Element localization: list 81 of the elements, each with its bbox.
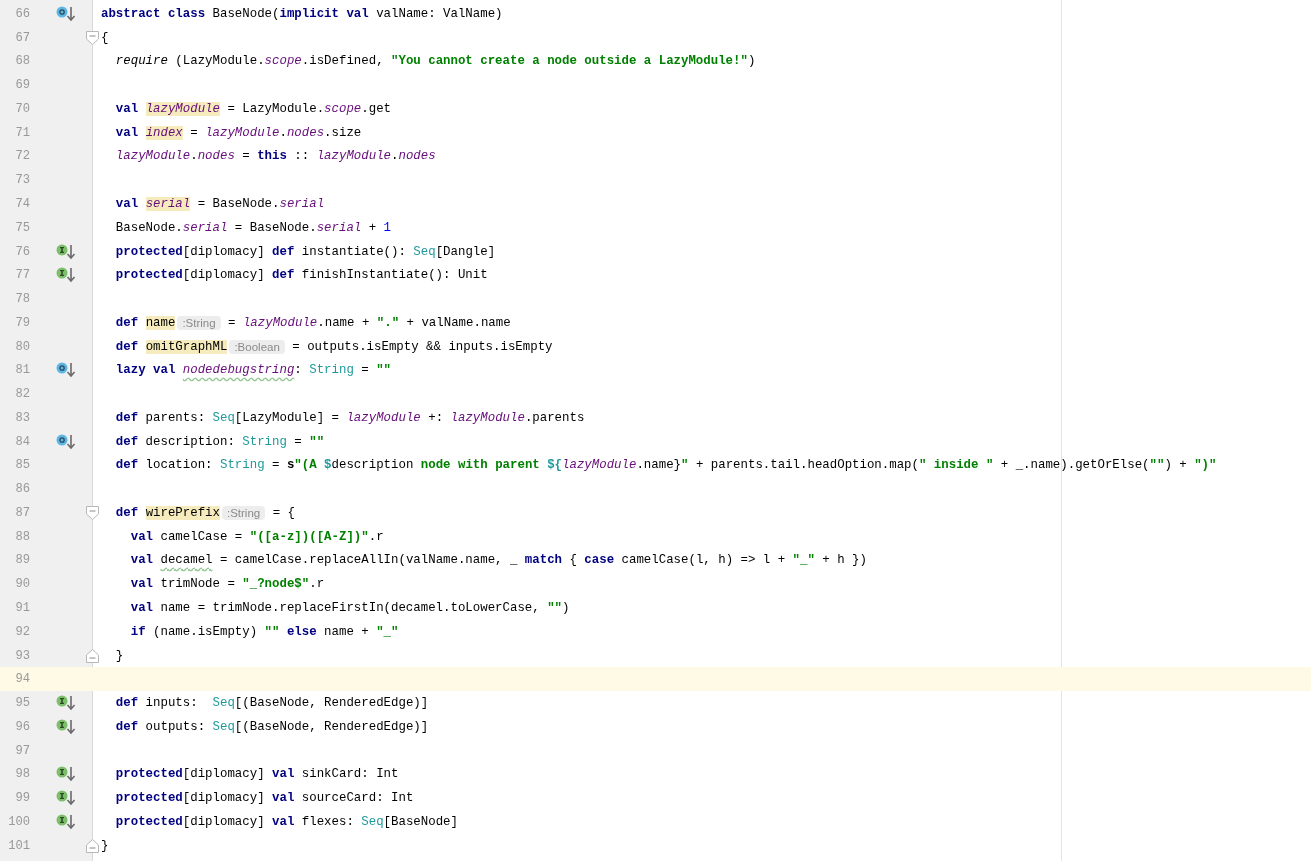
line-number: 67: [14, 30, 30, 45]
line-number: 85: [14, 458, 30, 473]
implemented-method-icon[interactable]: [56, 695, 76, 712]
line-number: 78: [14, 292, 30, 307]
line-number: 82: [14, 387, 30, 402]
implemented-method-icon[interactable]: [56, 813, 76, 830]
line-number: 101: [7, 838, 30, 853]
line-number: 84: [14, 434, 30, 449]
type-hint: :Boolean: [229, 339, 285, 354]
line-number: 68: [14, 54, 30, 69]
line-number: 89: [14, 553, 30, 568]
code-text: BaseNode.serial = BaseNode.serial + 1: [114, 220, 392, 235]
line-number: 97: [14, 743, 30, 758]
code-text: val index = lazyModule.nodes.size: [114, 125, 362, 140]
code-text: def outputs: Seq[(BaseNode, RenderedEdge)]: [114, 719, 429, 734]
code-text: require (LazyModule.scope.isDefined, "You cannot create a node outside a LazyModule!"): [114, 54, 756, 69]
code-text: def inputs: Seq[(BaseNode, RenderedEdge)]: [114, 696, 429, 711]
line-number: 96: [14, 719, 30, 734]
code-text: = lazyModule.name + "." + valName.name: [227, 315, 511, 330]
code-text: val lazyModule = LazyModule.scope.get: [114, 101, 392, 116]
line-number: 79: [14, 315, 30, 330]
code-text: def name: [114, 315, 176, 330]
implemented-method-icon[interactable]: [56, 718, 76, 735]
code-text: val name = trimNode.replaceFirstIn(decamel.toLowerCase, ""): [129, 601, 570, 615]
code-text: val decamel = camelCase.replaceAllIn(valName.name, _ match { case camelCase(l, h) => l + "_" + h }): [129, 553, 867, 568]
line-number: 69: [14, 78, 30, 93]
line-number: 74: [14, 197, 30, 211]
line-number: 70: [14, 101, 30, 116]
line-number: 80: [14, 339, 30, 354]
code-text: def omitGraphML: [114, 339, 228, 354]
line-number: 91: [14, 601, 30, 615]
code-text: val serial = BaseNode.serial: [114, 197, 325, 211]
code-text: }: [101, 838, 109, 853]
line-number: 71: [14, 125, 30, 140]
code-text: abstract class BaseNode(implicit val valName: ValName): [101, 6, 503, 21]
implemented-method-icon[interactable]: [56, 790, 76, 807]
line-number: 99: [14, 791, 30, 806]
line-number: 83: [14, 410, 30, 425]
line-number: 66: [14, 6, 30, 21]
line-number: 88: [14, 529, 30, 544]
type-hint: :String: [177, 315, 221, 330]
code-text: protected[diplomacy] val flexes: Seq[BaseNode]: [114, 814, 458, 829]
implemented-method-icon[interactable]: [56, 267, 76, 284]
line-number: 95: [14, 696, 30, 711]
code-text: def wirePrefix: [114, 505, 220, 520]
line-number: 90: [14, 577, 30, 592]
code-text: protected[diplomacy] val sourceCard: Int: [114, 791, 414, 806]
code-text: lazyModule.nodes = this :: lazyModule.nodes: [114, 149, 436, 164]
code-text: = outputs.isEmpty && inputs.isEmpty: [291, 339, 553, 354]
overridden-method-icon[interactable]: [56, 5, 76, 22]
code-text: def location: String = s"(A $description node with parent ${lazyModule.name}" + parents.tail.headOption.map(" inside " + _.name).getOrElse("") + ")": [114, 458, 1217, 473]
line-number: 77: [14, 268, 30, 283]
code-text: protected[diplomacy] def finishInstantiate(): Unit: [114, 268, 488, 283]
line-number: 94: [14, 672, 30, 687]
line-number: 76: [14, 244, 30, 259]
code-text: {: [101, 30, 109, 45]
code-text: val trimNode = "_?node$".r: [129, 577, 325, 592]
code-text: protected[diplomacy] def instantiate(): Seq[Dangle]: [114, 244, 496, 259]
code-text: }: [114, 648, 124, 663]
line-number: 92: [14, 624, 30, 639]
overridden-method-icon[interactable]: [56, 433, 76, 450]
type-hint: :String: [222, 505, 266, 520]
overridden-method-icon[interactable]: [56, 362, 76, 379]
line-number: 98: [14, 767, 30, 782]
implemented-method-icon[interactable]: [56, 766, 76, 783]
line-number: 73: [14, 173, 30, 188]
line-number: 87: [14, 505, 30, 520]
code-text: protected[diplomacy] val sinkCard: Int: [114, 767, 399, 782]
code-text: = {: [271, 505, 295, 520]
line-number: 100: [7, 814, 30, 829]
line-number: 72: [14, 149, 30, 164]
line-number: 81: [14, 363, 30, 378]
code-text: if (name.isEmpty) "" else name + "_": [129, 624, 399, 639]
code-text: def parents: Seq[LazyModule] = lazyModule +: lazyModule.parents: [114, 410, 585, 425]
line-number: 93: [14, 648, 30, 663]
code-text: def description: String = "": [114, 434, 325, 449]
code-text: lazy val nodedebugstring: String = "": [114, 363, 392, 378]
implemented-method-icon[interactable]: [56, 243, 76, 260]
line-number: 75: [14, 220, 30, 235]
code-text: val camelCase = "([a-z])([A-Z])".r: [129, 529, 384, 544]
line-number: 86: [14, 482, 30, 497]
